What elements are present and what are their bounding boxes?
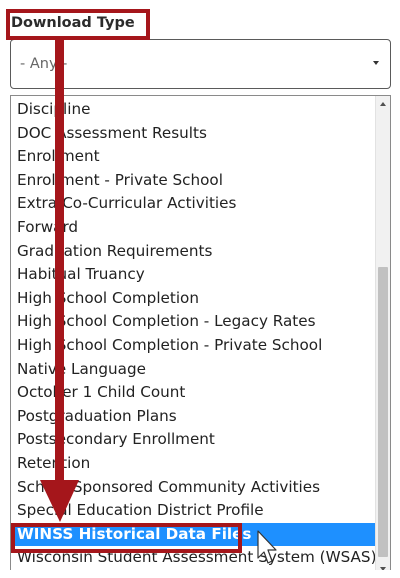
option-postsecondary-enrollment[interactable]: Postsecondary Enrollment xyxy=(11,428,377,452)
options-scrollbar[interactable] xyxy=(375,96,390,577)
option-retention[interactable]: Retention xyxy=(11,452,377,476)
option-doc-assessment-results[interactable]: DOC Assessment Results xyxy=(11,122,377,146)
option-high-school-completion-legacy-rates[interactable]: High School Completion - Legacy Rates xyxy=(11,310,377,334)
option-forward[interactable]: Forward xyxy=(11,216,377,240)
option-school-sponsored-community-activities[interactable]: School-Sponsored Community Activities xyxy=(11,476,377,500)
option-discipline[interactable]: Discipline xyxy=(11,98,377,122)
option-enrollment[interactable]: Enrollment xyxy=(11,145,377,169)
caret-down-icon xyxy=(373,61,379,65)
option-wisconsin-student-assessment-system[interactable]: Wisconsin Student Assessment System (WSA… xyxy=(11,546,377,570)
option-graduation-requirements[interactable]: Graduation Requirements xyxy=(11,240,377,264)
download-type-label: Download Type xyxy=(11,15,135,31)
option-native-language[interactable]: Native Language xyxy=(11,358,377,382)
select-current-value: - Any - xyxy=(20,56,68,72)
options-container: Discipline DOC Assessment Results Enroll… xyxy=(11,98,377,570)
option-postgraduation-plans[interactable]: Postgraduation Plans xyxy=(11,405,377,429)
option-special-education-district-profile[interactable]: Special Education District Profile xyxy=(11,499,377,523)
option-winss-historical-data-files[interactable]: WINSS Historical Data Files xyxy=(11,522,377,547)
option-habitual-truancy[interactable]: Habitual Truancy xyxy=(11,263,377,287)
download-type-options-list[interactable]: Discipline DOC Assessment Results Enroll… xyxy=(10,95,391,578)
download-type-select[interactable]: - Any - xyxy=(10,39,391,89)
option-high-school-completion-private-school[interactable]: High School Completion - Private School xyxy=(11,334,377,358)
option-enrollment-private-school[interactable]: Enrollment - Private School xyxy=(11,169,377,193)
option-extra-co-curricular-activities[interactable]: Extra/Co-Curricular Activities xyxy=(11,192,377,216)
scroll-up-icon[interactable] xyxy=(380,102,386,106)
scrollbar-thumb[interactable] xyxy=(378,267,388,557)
option-october-1-child-count[interactable]: October 1 Child Count xyxy=(11,381,377,405)
option-high-school-completion[interactable]: High School Completion xyxy=(11,287,377,311)
page-background-strip xyxy=(10,570,391,578)
